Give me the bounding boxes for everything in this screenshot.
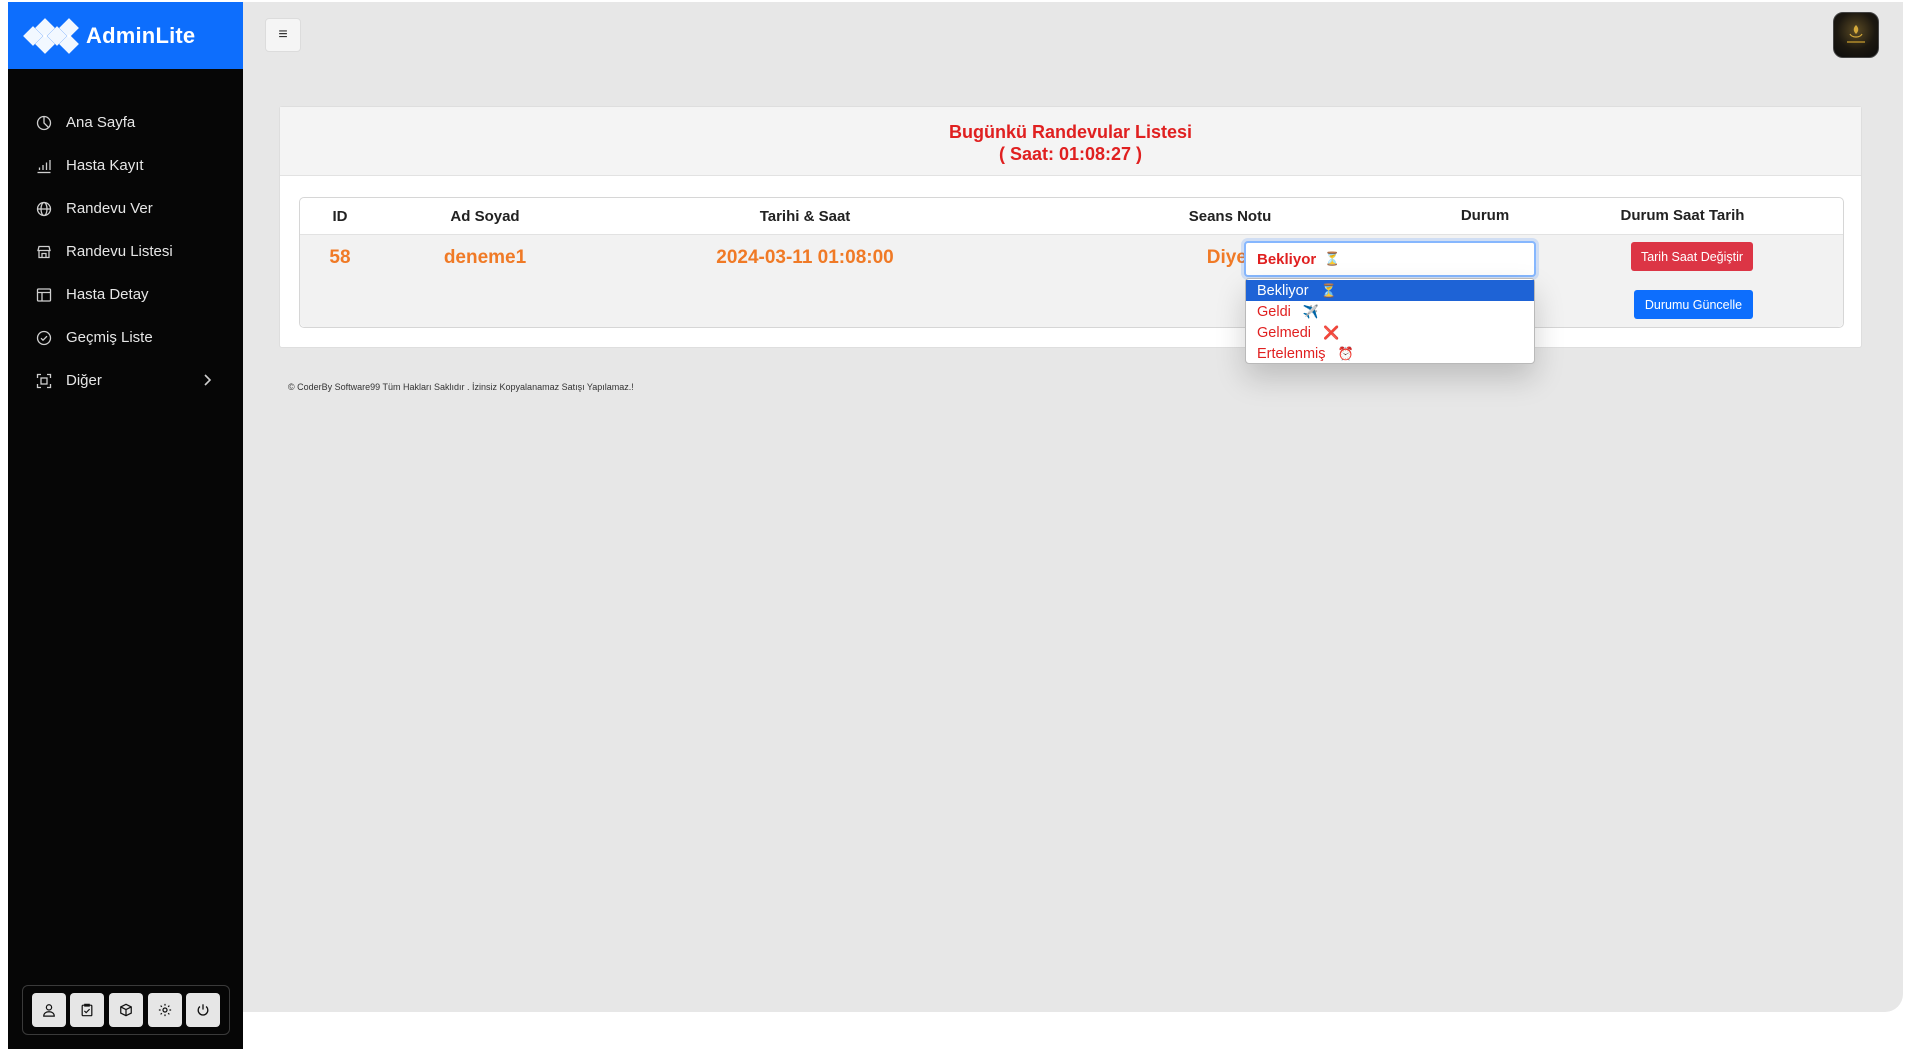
- store-icon: [37, 245, 51, 258]
- profile-button[interactable]: [31, 993, 66, 1027]
- tasks-button[interactable]: [70, 993, 105, 1027]
- sidebar-item-label: Randevu Listesi: [66, 243, 173, 260]
- col-header-status-datetime: Durum Saat Tarih: [1620, 207, 1745, 224]
- hourglass-icon: ⏳: [1324, 251, 1341, 266]
- sidebar-item-hasta-detay[interactable]: Hasta Detay: [8, 273, 243, 316]
- status-option-gelmedi[interactable]: Gelmedi ❌: [1246, 322, 1534, 343]
- sidebar-bottom-toolbar: [22, 985, 230, 1035]
- check-circle-icon: [36, 330, 52, 345]
- table-row: 58 deneme1 2024-03-11 01:08:00 Diyet Bek…: [300, 235, 1843, 364]
- status-dropdown: Bekliyor ⏳ Geldi ✈️ Gelmedi ❌ Ertelenmiş…: [1245, 278, 1535, 364]
- sidebar-item-label: Randevu Ver: [66, 200, 153, 217]
- gear-icon: [158, 1003, 171, 1017]
- status-option-ertelenmis[interactable]: Ertelenmiş ⏰: [1246, 343, 1534, 364]
- cell-name: deneme1: [443, 247, 527, 268]
- power-icon: [197, 1004, 209, 1016]
- sidebar-item-ana-sayfa[interactable]: Ana Sayfa: [8, 101, 243, 144]
- sidebar-item-label: Hasta Kayıt: [66, 157, 144, 174]
- scan-icon: [36, 373, 52, 388]
- alarm-clock-icon: ⏰: [1337, 346, 1354, 361]
- status-select-value: Bekliyor: [1257, 250, 1317, 268]
- main-content: ≡ Bugünkü Randevular Listesi ( Saat: 01:…: [243, 2, 1903, 1012]
- logout-button[interactable]: [186, 993, 221, 1027]
- sidebar-item-label: Diğer: [66, 372, 102, 389]
- sidebar-item-randevu-ver[interactable]: Randevu Ver: [8, 187, 243, 230]
- globe-icon: [36, 201, 52, 216]
- footer-copyright: © CoderBy Software99 Tüm Hakları Saklıdı…: [288, 382, 634, 392]
- avatar[interactable]: [1833, 12, 1879, 58]
- logo-icon: [1847, 25, 1865, 43]
- cross-mark-icon: ❌: [1323, 325, 1340, 340]
- sidebar-item-gecmis-liste[interactable]: Geçmiş Liste: [8, 316, 243, 359]
- sidebar-toggle-button[interactable]: ≡: [265, 18, 301, 52]
- app-root: AdminLite Ana Sayfa Hasta Kayıt Randevu …: [0, 0, 1908, 1049]
- box-icon: [120, 1003, 132, 1017]
- brand-logo-icon: [23, 17, 84, 54]
- pie-chart-icon: [36, 115, 52, 130]
- settings-button[interactable]: [147, 993, 182, 1027]
- user-icon: [42, 1004, 55, 1017]
- change-datetime-button[interactable]: Tarih Saat Değiştir: [1631, 242, 1753, 271]
- bar-chart-icon: [37, 159, 51, 173]
- appointments-table: ID Ad Soyad Tarihi & Saat Seans Notu Dur…: [299, 197, 1844, 364]
- page-title: Bugünkü Randevular Listesi: [948, 122, 1193, 142]
- sidebar-item-label: Ana Sayfa: [66, 114, 136, 131]
- status-select[interactable]: Bekliyor ⏳: [1244, 241, 1536, 277]
- status-option-geldi[interactable]: Geldi ✈️: [1246, 301, 1534, 322]
- sidebar-item-diger[interactable]: Diğer: [8, 359, 243, 402]
- chevron-right-icon: [204, 374, 212, 386]
- brand[interactable]: AdminLite: [8, 2, 243, 69]
- airplane-icon: ✈️: [1302, 304, 1320, 319]
- brand-name: AdminLite: [86, 22, 196, 48]
- sidebar-item-label: Hasta Detay: [66, 286, 149, 303]
- col-header-datetime: Tarihi & Saat: [759, 207, 851, 225]
- col-header-name: Ad Soyad: [450, 207, 520, 225]
- layout-icon: [36, 287, 52, 302]
- cell-id: 58: [329, 247, 351, 268]
- clipboard-icon: [81, 1003, 93, 1017]
- sidebar-nav: Ana Sayfa Hasta Kayıt Randevu Ver Randev…: [8, 101, 243, 402]
- status-option-bekliyor[interactable]: Bekliyor ⏳: [1246, 280, 1534, 301]
- sidebar-item-label: Geçmiş Liste: [66, 329, 153, 346]
- hourglass-icon: ⏳: [1320, 283, 1337, 298]
- cell-datetime: 2024-03-11 01:08:00: [716, 247, 894, 268]
- col-header-id: ID: [332, 207, 348, 225]
- appointments-card: Bugünkü Randevular Listesi ( Saat: 01:08…: [279, 106, 1862, 364]
- current-time: ( Saat: 01:08:27 ): [998, 144, 1143, 164]
- update-status-button[interactable]: Durumu Güncelle: [1634, 290, 1753, 319]
- sidebar-item-hasta-kayit[interactable]: Hasta Kayıt: [8, 144, 243, 187]
- packages-button[interactable]: [108, 993, 143, 1027]
- sidebar-item-randevu-listesi[interactable]: Randevu Listesi: [8, 230, 243, 273]
- card-header: Bugünkü Randevular Listesi ( Saat: 01:08…: [280, 107, 1861, 176]
- sidebar: AdminLite Ana Sayfa Hasta Kayıt Randevu …: [8, 2, 243, 1049]
